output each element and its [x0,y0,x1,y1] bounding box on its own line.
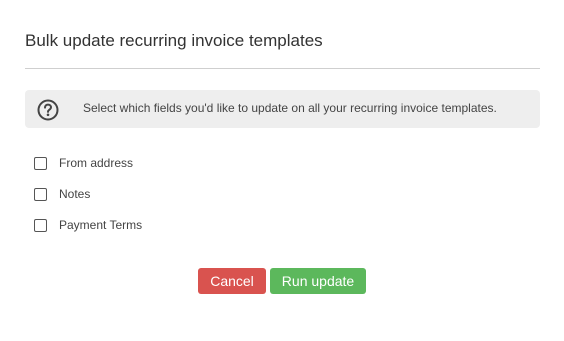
question-circle-icon [37,99,59,121]
info-box: Select which fields you'd like to update… [25,90,540,128]
field-from-address[interactable]: From address [34,154,133,172]
field-payment-terms[interactable]: Payment Terms [34,216,142,234]
payment-terms-checkbox[interactable] [34,218,47,232]
payment-terms-label: Payment Terms [59,218,143,232]
cancel-button[interactable]: Cancel [198,268,266,294]
info-text: Select which fields you'd like to update… [83,101,497,115]
field-notes[interactable]: Notes [34,185,90,203]
from-address-label: From address [59,156,134,170]
notes-checkbox[interactable] [34,187,47,201]
dialog-title: Bulk update recurring invoice templates [25,31,323,50]
divider [25,68,540,69]
run-update-button[interactable]: Run update [270,268,366,294]
from-address-checkbox[interactable] [34,156,47,170]
notes-label: Notes [59,187,91,201]
